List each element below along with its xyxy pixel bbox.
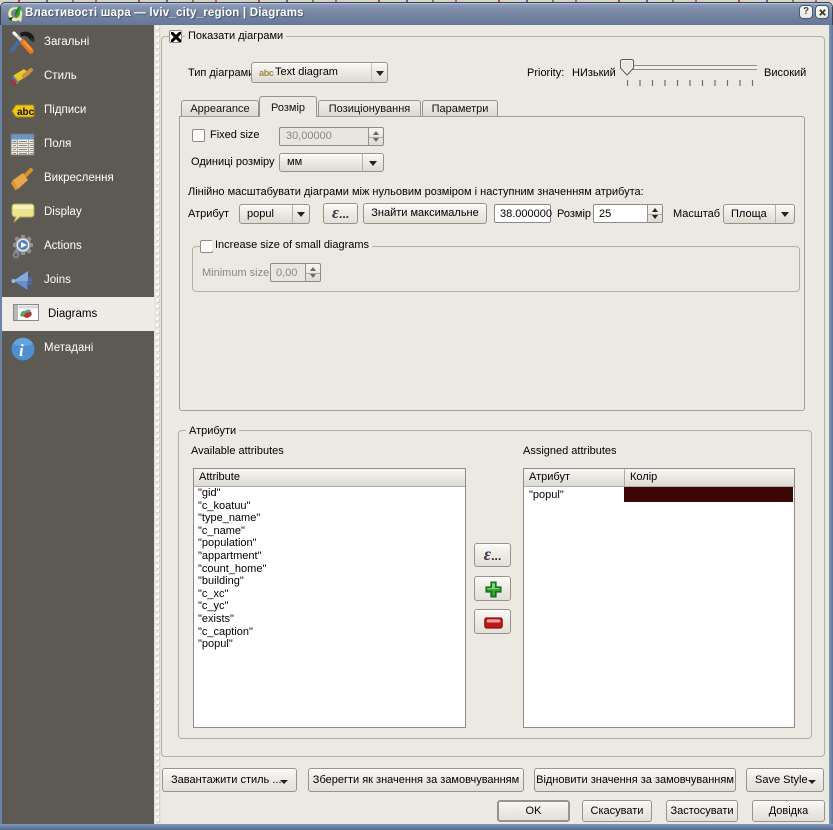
svg-text:i: i <box>19 341 24 360</box>
svg-text:abc: abc <box>17 107 35 118</box>
